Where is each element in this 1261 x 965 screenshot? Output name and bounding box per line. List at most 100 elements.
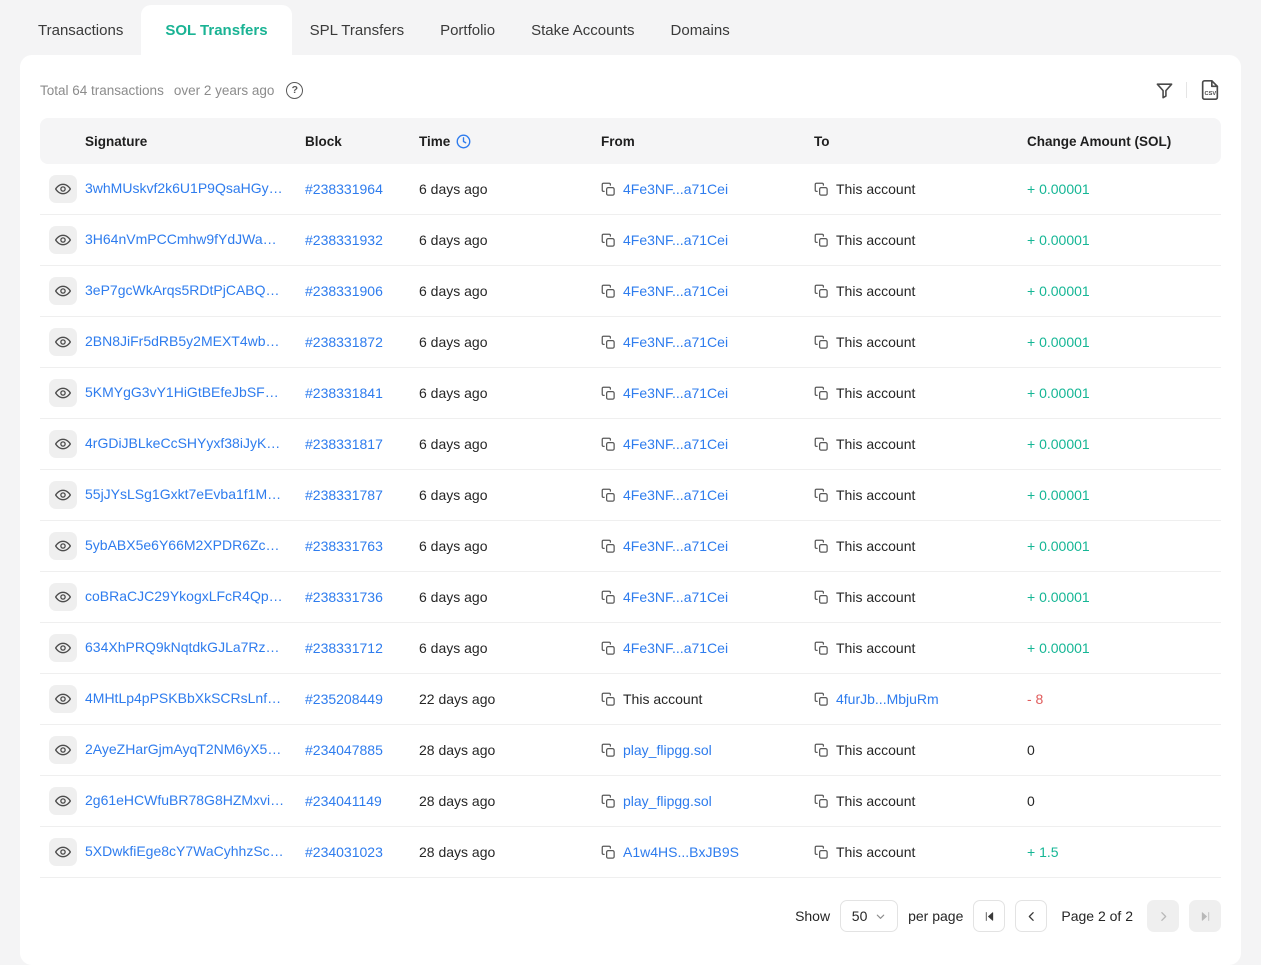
from-address[interactable]: 4Fe3NF...a71Cei — [623, 640, 728, 656]
tab-stake-accounts[interactable]: Stake Accounts — [513, 5, 652, 55]
signature-link[interactable]: 2AyeZHarGjmAyqT2NM6yX5… — [85, 741, 281, 757]
block-link[interactable]: #238331841 — [305, 385, 383, 401]
block-link[interactable]: #234031023 — [305, 844, 383, 860]
preview-transaction-button[interactable] — [49, 379, 77, 407]
block-link[interactable]: #235208449 — [305, 691, 383, 707]
copy-to-address-icon[interactable] — [814, 794, 829, 809]
preview-transaction-button[interactable] — [49, 277, 77, 305]
copy-to-address-icon[interactable] — [814, 437, 829, 452]
prev-page-button[interactable] — [1015, 900, 1047, 932]
copy-to-address-icon[interactable] — [814, 539, 829, 554]
copy-to-address-icon[interactable] — [814, 743, 829, 758]
signature-link[interactable]: 3whMUskvf2k6U1P9QsaHGy… — [85, 180, 283, 196]
copy-from-address-icon[interactable] — [601, 233, 616, 248]
block-link[interactable]: #238331872 — [305, 334, 383, 350]
signature-link[interactable]: 5XDwkfiEge8cY7WaCyhhzSc… — [85, 843, 284, 859]
copy-from-address-icon[interactable] — [601, 182, 616, 197]
signature-link[interactable]: 3H64nVmPCCmhw9fYdJWa… — [85, 231, 277, 247]
copy-to-address-icon[interactable] — [814, 590, 829, 605]
block-link[interactable]: #238331763 — [305, 538, 383, 554]
copy-to-address-icon[interactable] — [814, 284, 829, 299]
preview-transaction-button[interactable] — [49, 175, 77, 203]
preview-transaction-button[interactable] — [49, 685, 77, 713]
block-link[interactable]: #238331712 — [305, 640, 383, 656]
from-address[interactable]: A1w4HS...BxJB9S — [623, 844, 739, 860]
copy-from-address-icon[interactable] — [601, 590, 616, 605]
block-link[interactable]: #234047885 — [305, 742, 383, 758]
to-address[interactable]: 4furJb...MbjuRm — [836, 691, 939, 707]
preview-transaction-button[interactable] — [49, 328, 77, 356]
last-page-button[interactable] — [1189, 900, 1221, 932]
preview-transaction-button[interactable] — [49, 634, 77, 662]
copy-from-address-icon[interactable] — [601, 539, 616, 554]
next-page-button[interactable] — [1147, 900, 1179, 932]
filter-button[interactable] — [1155, 81, 1174, 100]
signature-link[interactable]: coBRaCJC29YkogxLFcR4Qp… — [85, 588, 283, 604]
from-address[interactable]: 4Fe3NF...a71Cei — [623, 436, 728, 452]
tab-spl-transfers[interactable]: SPL Transfers — [292, 5, 422, 55]
page-size-select[interactable]: 50 — [840, 900, 898, 932]
copy-to-address-icon[interactable] — [814, 692, 829, 707]
preview-transaction-button[interactable] — [49, 430, 77, 458]
preview-transaction-button[interactable] — [49, 583, 77, 611]
preview-transaction-button[interactable] — [49, 838, 77, 866]
from-address[interactable]: 4Fe3NF...a71Cei — [623, 487, 728, 503]
from-address[interactable]: 4Fe3NF...a71Cei — [623, 232, 728, 248]
block-link[interactable]: #238331787 — [305, 487, 383, 503]
block-link[interactable]: #238331817 — [305, 436, 383, 452]
copy-to-address-icon[interactable] — [814, 233, 829, 248]
copy-to-address-icon[interactable] — [814, 488, 829, 503]
table-row: 3eP7gcWkArqs5RDtPjCABQ… #238331906 6 day… — [40, 266, 1221, 317]
tab-transactions[interactable]: Transactions — [20, 5, 141, 55]
copy-from-address-icon[interactable] — [601, 794, 616, 809]
copy-from-address-icon[interactable] — [601, 437, 616, 452]
help-icon[interactable]: ? — [286, 82, 303, 99]
signature-link[interactable]: 5ybABX5e6Y66M2XPDR6Zc… — [85, 537, 280, 553]
first-page-button[interactable] — [973, 900, 1005, 932]
copy-to-address-icon[interactable] — [814, 641, 829, 656]
copy-from-address-icon[interactable] — [601, 845, 616, 860]
copy-from-address-icon[interactable] — [601, 692, 616, 707]
copy-to-address-icon[interactable] — [814, 386, 829, 401]
from-address[interactable]: play_flipgg.sol — [623, 742, 712, 758]
from-address[interactable]: play_flipgg.sol — [623, 793, 712, 809]
from-address[interactable]: 4Fe3NF...a71Cei — [623, 283, 728, 299]
block-link[interactable]: #238331932 — [305, 232, 383, 248]
tab-portfolio[interactable]: Portfolio — [422, 5, 513, 55]
export-csv-button[interactable]: CSV — [1199, 79, 1221, 101]
from-address[interactable]: 4Fe3NF...a71Cei — [623, 538, 728, 554]
from-address[interactable]: 4Fe3NF...a71Cei — [623, 181, 728, 197]
preview-transaction-button[interactable] — [49, 481, 77, 509]
signature-link[interactable]: 2g61eHCWfuBR78G8HZMxvi… — [85, 792, 284, 808]
copy-to-address-icon[interactable] — [814, 845, 829, 860]
clock-icon[interactable] — [456, 134, 471, 149]
signature-link[interactable]: 3eP7gcWkArqs5RDtPjCABQ… — [85, 282, 280, 298]
preview-transaction-button[interactable] — [49, 736, 77, 764]
copy-to-address-icon[interactable] — [814, 335, 829, 350]
signature-link[interactable]: 4rGDiJBLkeCcSHYyxf38iJyK… — [85, 435, 280, 451]
preview-transaction-button[interactable] — [49, 787, 77, 815]
copy-from-address-icon[interactable] — [601, 335, 616, 350]
preview-transaction-button[interactable] — [49, 226, 77, 254]
block-link[interactable]: #234041149 — [305, 793, 382, 809]
copy-to-address-icon[interactable] — [814, 182, 829, 197]
block-link[interactable]: #238331736 — [305, 589, 383, 605]
copy-from-address-icon[interactable] — [601, 488, 616, 503]
signature-link[interactable]: 2BN8JiFr5dRB5y2MEXT4wb… — [85, 333, 280, 349]
tab-domains[interactable]: Domains — [653, 5, 748, 55]
copy-from-address-icon[interactable] — [601, 284, 616, 299]
copy-from-address-icon[interactable] — [601, 641, 616, 656]
signature-link[interactable]: 55jJYsLSg1Gxkt7eEvba1f1M… — [85, 486, 281, 502]
signature-link[interactable]: 634XhPRQ9kNqtdkGJLa7Rz… — [85, 639, 280, 655]
tab-sol-transfers[interactable]: SOL Transfers — [141, 5, 291, 55]
block-link[interactable]: #238331964 — [305, 181, 383, 197]
from-address[interactable]: 4Fe3NF...a71Cei — [623, 334, 728, 350]
from-address[interactable]: 4Fe3NF...a71Cei — [623, 589, 728, 605]
preview-transaction-button[interactable] — [49, 532, 77, 560]
copy-from-address-icon[interactable] — [601, 386, 616, 401]
block-link[interactable]: #238331906 — [305, 283, 383, 299]
copy-from-address-icon[interactable] — [601, 743, 616, 758]
signature-link[interactable]: 4MHtLp4pPSKBbXkSCRsLnf… — [85, 690, 281, 706]
from-address[interactable]: 4Fe3NF...a71Cei — [623, 385, 728, 401]
signature-link[interactable]: 5KMYgG3vY1HiGtBEfeJbSF… — [85, 384, 279, 400]
